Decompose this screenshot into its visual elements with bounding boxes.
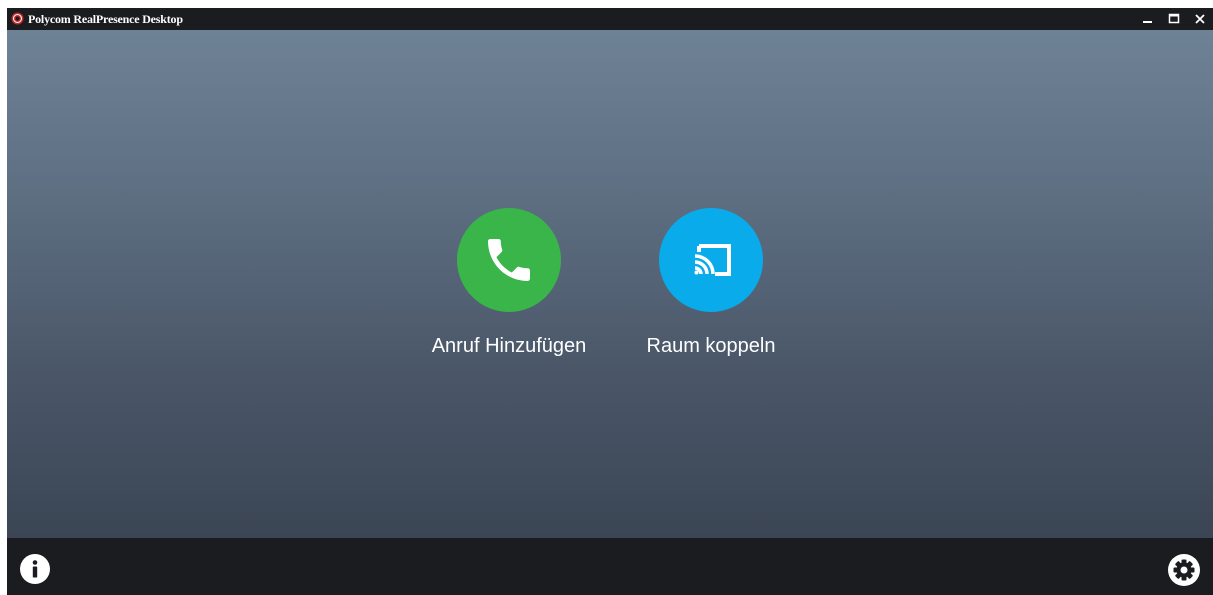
app-window: Polycom RealPresence Desktop Anruf Hinzu… [7,8,1213,595]
title-bar[interactable]: Polycom RealPresence Desktop [7,8,1213,30]
window-title: Polycom RealPresence Desktop [28,12,183,26]
close-button[interactable] [1187,8,1213,30]
maximize-icon [1168,13,1180,24]
add-call-button[interactable]: Anruf Hinzufügen [419,208,599,358]
pair-room-circle[interactable] [659,208,763,312]
bottom-toolbar [7,538,1213,595]
info-icon[interactable] [20,554,50,584]
pair-room-button[interactable]: Raum koppeln [621,208,801,358]
phone-icon [488,239,530,281]
polycom-logo-icon [11,12,24,25]
close-icon [1195,14,1205,24]
minimize-icon [1143,21,1152,23]
add-call-label: Anruf Hinzufügen [431,335,587,357]
settings-gear-icon[interactable] [1168,554,1200,586]
add-call-circle[interactable] [457,208,561,312]
minimize-button[interactable] [1135,8,1161,30]
maximize-button[interactable] [1161,8,1187,30]
pair-room-label: Raum koppeln [646,335,776,357]
cast-icon [694,244,731,276]
main-content: Anruf Hinzufügen Raum koppeln [7,30,1213,538]
